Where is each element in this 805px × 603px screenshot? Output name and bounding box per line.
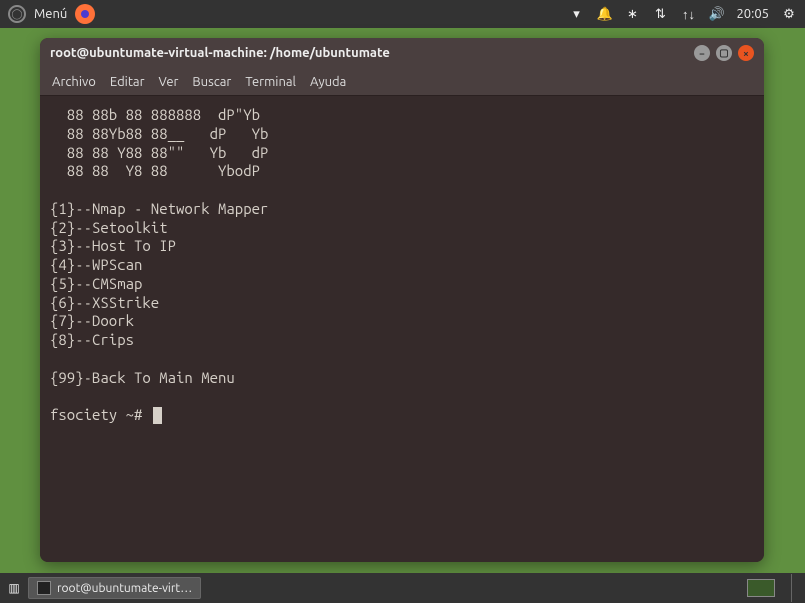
- menu-editar[interactable]: Editar: [110, 75, 145, 89]
- menu-archivo[interactable]: Archivo: [52, 75, 96, 89]
- ascii-line: 88 88 Y8 88 YbodP: [50, 162, 754, 181]
- menu-option: {6}--XSStrike: [50, 294, 754, 313]
- menu-ayuda[interactable]: Ayuda: [310, 75, 346, 89]
- firefox-icon[interactable]: [75, 4, 95, 24]
- menu-terminal[interactable]: Terminal: [245, 75, 296, 89]
- network-arrows-icon[interactable]: ↑↓: [680, 7, 696, 22]
- close-button[interactable]: ×: [738, 45, 754, 61]
- terminal-icon: [37, 581, 51, 595]
- top-panel: ◯ Menú ▾ 🔔 ∗ ⇅ ↑↓ 🔊 20:05 ⚙: [0, 0, 805, 28]
- taskbar-entry-terminal[interactable]: root@ubuntumate-virt…: [28, 577, 201, 599]
- clock[interactable]: 20:05: [736, 7, 769, 21]
- taskbar-entry-label: root@ubuntumate-virt…: [57, 582, 192, 595]
- settings-gear-icon[interactable]: ⚙: [781, 7, 797, 22]
- terminal-menubar: Archivo Editar Ver Buscar Terminal Ayuda: [40, 68, 764, 96]
- show-desktop-icon[interactable]: ▥: [6, 581, 22, 595]
- ascii-line: 88 88b 88 888888 dP"Yb: [50, 106, 754, 125]
- ubuntu-mate-logo-icon[interactable]: ◯: [8, 5, 26, 23]
- menu-ver[interactable]: Ver: [159, 75, 179, 89]
- menu-option: {5}--CMSmap: [50, 275, 754, 294]
- menu-option: {2}--Setoolkit: [50, 219, 754, 238]
- text-cursor: [153, 407, 162, 424]
- workspace-switcher[interactable]: [747, 579, 775, 597]
- maximize-button[interactable]: ▢: [716, 45, 732, 61]
- menu-option: {4}--WPScan: [50, 256, 754, 275]
- terminal-window: root@ubuntumate-virtual-machine: /home/u…: [40, 38, 764, 562]
- network-manager-icon[interactable]: ⇅: [652, 7, 668, 22]
- notification-bell-icon[interactable]: 🔔: [596, 7, 612, 22]
- minimize-button[interactable]: −: [694, 45, 710, 61]
- bottom-panel: ▥ root@ubuntumate-virt…: [0, 573, 805, 603]
- ascii-line: 88 88Yb88 88__ dP Yb: [50, 125, 754, 144]
- bluetooth-icon[interactable]: ∗: [624, 7, 640, 22]
- menu-option: {7}--Doork: [50, 312, 754, 331]
- menu-label[interactable]: Menú: [34, 7, 67, 21]
- dropdown-icon[interactable]: ▾: [568, 7, 584, 22]
- window-title: root@ubuntumate-virtual-machine: /home/u…: [50, 46, 390, 60]
- menu-option-back: {99}-Back To Main Menu: [50, 369, 754, 388]
- menu-option: {3}--Host To IP: [50, 237, 754, 256]
- menu-option: {1}--Nmap - Network Mapper: [50, 200, 754, 219]
- shell-prompt: fsociety ~#: [50, 406, 151, 425]
- window-titlebar[interactable]: root@ubuntumate-virtual-machine: /home/u…: [40, 38, 764, 68]
- volume-icon[interactable]: 🔊: [708, 7, 724, 22]
- menu-option: {8}--Crips: [50, 331, 754, 350]
- panel-edge[interactable]: [791, 574, 799, 602]
- menu-buscar[interactable]: Buscar: [192, 75, 231, 89]
- terminal-output[interactable]: 88 88b 88 888888 dP"Yb 88 88Yb88 88__ dP…: [40, 96, 764, 562]
- ascii-line: 88 88 Y88 88"" Yb dP: [50, 144, 754, 163]
